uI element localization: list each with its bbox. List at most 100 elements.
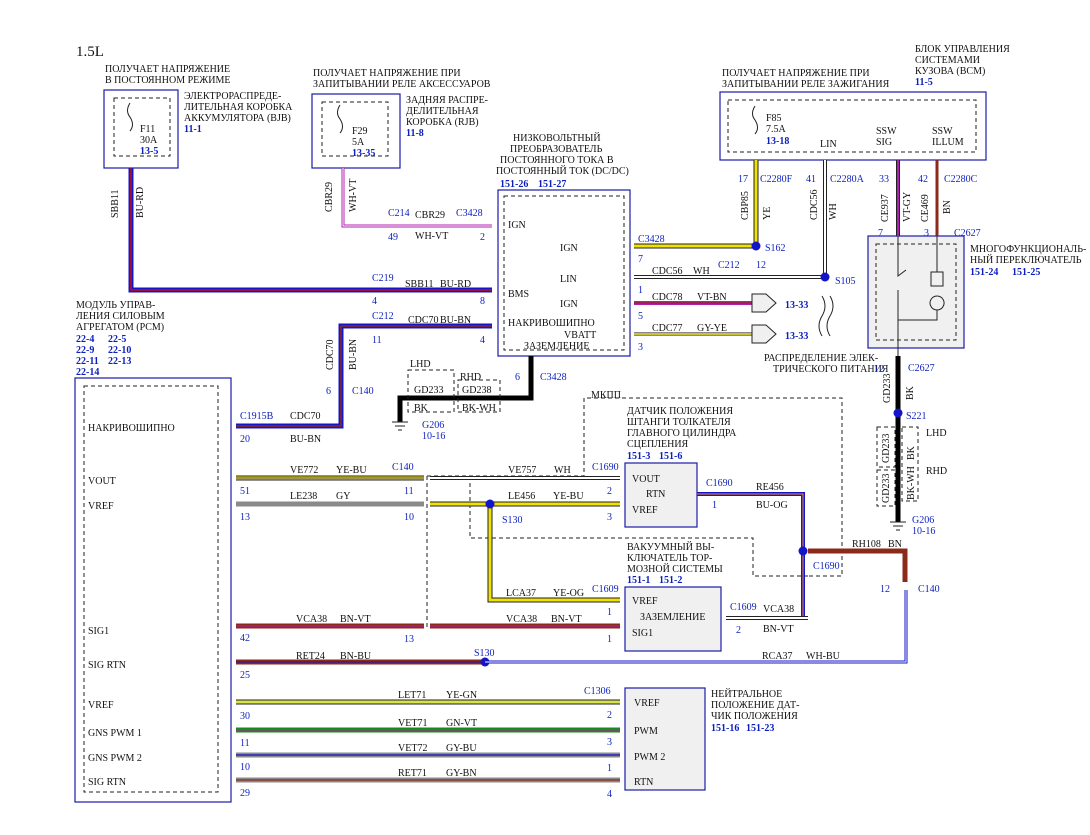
svg-text:WH-VT: WH-VT	[348, 179, 359, 212]
svg-text:BU-BN: BU-BN	[440, 315, 471, 326]
svg-text:1: 1	[607, 763, 612, 774]
svg-text:C140: C140	[918, 584, 940, 595]
svg-text:GD233: GD233	[414, 385, 443, 396]
svg-text:13-33: 13-33	[785, 300, 808, 311]
svg-text:BK: BK	[414, 403, 429, 414]
svg-text:VE772: VE772	[290, 465, 318, 476]
svg-text:7: 7	[878, 228, 883, 239]
svg-text:2: 2	[607, 710, 612, 721]
svg-text:BU-BN: BU-BN	[290, 434, 321, 445]
svg-text:151-2: 151-2	[659, 575, 682, 586]
rjb-header-2: ЗАПИТЫВАНИИ РЕЛЕ АКСЕССУАРОВ	[313, 79, 491, 90]
svg-text:2: 2	[607, 486, 612, 497]
svg-text:CDC56: CDC56	[652, 266, 683, 277]
svg-text:4: 4	[372, 296, 377, 307]
neutral-sensor: VREF PWM PWM 2 RTN НЕЙТРАЛЬНОЕ ПОЛОЖЕНИЕ…	[624, 687, 799, 791]
svg-text:29: 29	[240, 788, 250, 799]
bcm-name-3: КУЗОВА (BCM)	[915, 66, 985, 77]
svg-text:LET71: LET71	[398, 690, 426, 701]
svg-text:42: 42	[240, 633, 250, 644]
svg-text:RTN: RTN	[646, 489, 665, 500]
svg-text:АГРЕГАТОМ (PCM): АГРЕГАТОМ (PCM)	[76, 322, 164, 333]
svg-text:GD238: GD238	[462, 385, 491, 396]
svg-text:11: 11	[372, 335, 382, 346]
svg-text:BU-RD: BU-RD	[440, 279, 471, 290]
svg-text:CDC78: CDC78	[652, 292, 683, 303]
svg-text:CDC70: CDC70	[325, 339, 336, 370]
svg-text:C1609: C1609	[592, 584, 619, 595]
svg-text:7: 7	[638, 254, 643, 265]
svg-text:151-25: 151-25	[1012, 267, 1040, 278]
svg-text:12: 12	[874, 364, 884, 375]
svg-text:151-3: 151-3	[627, 451, 650, 462]
svg-text:22-10: 22-10	[108, 345, 131, 356]
svg-text:11: 11	[240, 738, 250, 749]
svg-text:22-5: 22-5	[108, 334, 126, 345]
svg-text:BK: BK	[905, 385, 916, 400]
svg-text:WH: WH	[828, 203, 839, 220]
s138-label: S105	[835, 276, 856, 287]
rjb-amps: 5A	[352, 137, 365, 148]
bcm-fuse: F85	[766, 113, 782, 124]
svg-text:151-16: 151-16	[711, 723, 739, 734]
bcm-amps: 7.5A	[766, 124, 787, 135]
svg-text:НЫЙ ПЕРЕКЛЮЧАТЕЛЬ: НЫЙ ПЕРЕКЛЮЧАТЕЛЬ	[970, 254, 1082, 266]
svg-text:КЛЮЧАТЕЛЬ ТОР-: КЛЮЧАТЕЛЬ ТОР-	[627, 553, 712, 564]
dcdc-name-4: ПОСТОЯННЫЙ ТОК (DC/DC)	[496, 165, 629, 177]
c219-label: C219	[372, 273, 394, 284]
c140-top-label: C140	[352, 386, 374, 397]
svg-text:ШТАНГИ ТОЛКАТЕЛЯ: ШТАНГИ ТОЛКАТЕЛЯ	[627, 417, 731, 428]
svg-text:C2280C: C2280C	[944, 174, 978, 185]
bcm-header-2: ЗАПИТЫВАНИИ РЕЛЕ ЗАЖИГАНИЯ	[722, 79, 890, 90]
svg-text:GD233: GD233	[881, 434, 892, 463]
bjb-header-2: В ПОСТОЯННОМ РЕЖИМЕ	[105, 75, 230, 86]
svg-text:3: 3	[607, 737, 612, 748]
bjb-block: ПОЛУЧАЕТ НАПРЯЖЕНИЕ В ПОСТОЯННОМ РЕЖИМЕ …	[103, 64, 293, 169]
svg-text:VREF: VREF	[632, 505, 658, 516]
svg-text:6: 6	[326, 386, 331, 397]
svg-text:VOUT: VOUT	[632, 474, 660, 485]
svg-text:51: 51	[240, 486, 250, 497]
svg-text:CDC70: CDC70	[290, 411, 321, 422]
svg-text:ДАТЧИК ПОЛОЖЕНИЯ: ДАТЧИК ПОЛОЖЕНИЯ	[627, 406, 733, 417]
s162-label: C1690	[813, 561, 840, 572]
c214-label: C214	[388, 208, 410, 219]
sbb11-color: BU-RD	[135, 187, 146, 218]
svg-text:VREF: VREF	[88, 700, 114, 711]
svg-text:151-1: 151-1	[627, 575, 650, 586]
svg-text:13: 13	[404, 634, 414, 645]
clutch-sensor: ДАТЧИК ПОЛОЖЕНИЯ ШТАНГИ ТОЛКАТЕЛЯ ГЛАВНО…	[624, 406, 737, 528]
svg-text:3: 3	[924, 228, 929, 239]
svg-text:VCA38: VCA38	[763, 604, 794, 615]
svg-text:PWM: PWM	[634, 726, 658, 737]
diagram-title: 1.5L	[76, 44, 104, 60]
mfs-frame	[867, 235, 965, 349]
bjb-name-1: ЭЛЕКТРОРАСПРЕДЕ-	[184, 91, 281, 102]
svg-text:МОЗНОЙ СИСТЕМЫ: МОЗНОЙ СИСТЕМЫ	[627, 563, 723, 575]
bjb-name-3: АККУМУЛЯТОРА (BJB)	[184, 113, 291, 124]
svg-text:17: 17	[738, 174, 748, 185]
rjb-name-2: ДЕЛИТЕЛЬНАЯ	[406, 106, 479, 117]
svg-text:LE456: LE456	[508, 491, 535, 502]
svg-text:4: 4	[607, 789, 612, 800]
svg-text:C3428: C3428	[456, 208, 483, 219]
svg-text:VT-GY: VT-GY	[902, 192, 913, 222]
svg-text:WH-BU: WH-BU	[806, 651, 841, 662]
svg-text:VET72: VET72	[398, 743, 427, 754]
svg-text:C1915B: C1915B	[240, 411, 274, 422]
svg-text:10-16: 10-16	[422, 431, 445, 442]
svg-text:BU-OG: BU-OG	[756, 500, 788, 511]
bcm-pin-ssw1: SSW	[876, 126, 897, 137]
svg-text:СЦЕПЛЕНИЯ: СЦЕПЛЕНИЯ	[627, 439, 689, 450]
svg-text:SIG RTN: SIG RTN	[88, 777, 126, 788]
svg-text:ЗАЗЕМЛЕНИЕ: ЗАЗЕМЛЕНИЕ	[640, 612, 705, 623]
dcdc-pin-ground: ЗАЗЕМЛЕНИЕ	[524, 341, 589, 352]
rjb-name-3: КОРОБКА (RJB)	[406, 117, 479, 128]
svg-text:GY-YE: GY-YE	[697, 323, 727, 334]
svg-text:LE238: LE238	[290, 491, 317, 502]
svg-text:CDC56: CDC56	[809, 189, 820, 220]
svg-text:G206: G206	[422, 420, 444, 431]
svg-text:11: 11	[404, 486, 414, 497]
bcm-page: 13-18	[766, 136, 789, 147]
dcdc-ref-1: 151-26	[500, 179, 528, 190]
